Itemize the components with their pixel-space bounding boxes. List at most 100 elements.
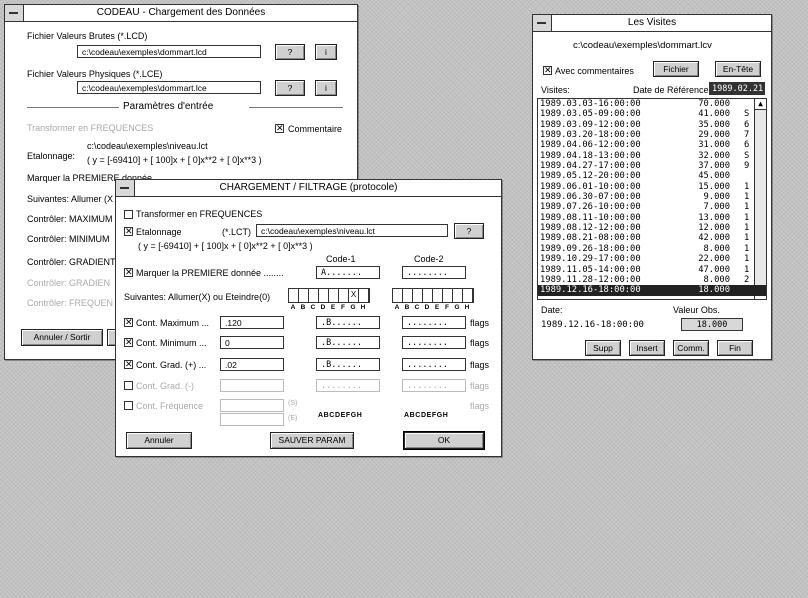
cont-code1-field[interactable]: .B...... xyxy=(316,316,380,329)
visite-row[interactable]: 1989.03.05-09:00:00 41.000 S xyxy=(538,109,766,119)
lct-browse-button[interactable]: ? xyxy=(454,223,484,239)
bit-cell[interactable] xyxy=(463,289,473,302)
visite-trail: 1 xyxy=(744,202,750,213)
comm-button[interactable]: Comm. xyxy=(673,340,709,356)
visite-row[interactable]: 1989.06.30-07:00:00 9.000 1 xyxy=(538,192,766,202)
cont-checkbox[interactable]: ✕ xyxy=(124,338,133,347)
cont-value-field[interactable]: .120 xyxy=(220,316,284,329)
cont-value-field[interactable]: .02 xyxy=(220,358,284,371)
visites-list[interactable]: ▲ ▼ 1989.03.03-16:00:0070.0001989.03.05-… xyxy=(537,98,767,300)
chargement-titlebar[interactable]: CHARGEMENT / FILTRAGE (protocole) xyxy=(116,180,501,197)
insert-button[interactable]: Insert xyxy=(629,340,665,356)
visite-row[interactable]: 1989.11.05-14:00:00 47.000 1 xyxy=(538,265,766,275)
bit-cell[interactable] xyxy=(319,289,329,302)
marquer-code2-field[interactable]: ........ xyxy=(402,266,466,279)
cont-code2-field[interactable]: ........ xyxy=(402,336,466,349)
visites-title: Les Visites xyxy=(627,17,677,28)
bit-cell[interactable] xyxy=(359,289,369,302)
visite-row[interactable]: 1989.03.09-12:00:00 35.000 6 xyxy=(538,120,766,130)
commentaire-checkbox[interactable]: ✕ xyxy=(275,124,284,133)
visite-row[interactable]: 1989.08.12-12:00:00 12.000 1 xyxy=(538,223,766,233)
visite-row[interactable]: 1989.12.16-18:00:00 18.000 xyxy=(538,285,766,296)
supp-button[interactable]: Supp xyxy=(585,340,621,356)
bit-cell[interactable] xyxy=(339,289,349,302)
code2-bit-letters: ABCDEFGH xyxy=(392,304,472,311)
transformer-checkbox[interactable] xyxy=(124,210,133,219)
bit-cell[interactable] xyxy=(309,289,319,302)
cont-code2-field[interactable]: ........ xyxy=(402,316,466,329)
brutes-field[interactable]: c:\codeau\exemples\dommart.lcd xyxy=(77,45,261,58)
cont-code2-field[interactable]: ........ xyxy=(402,379,466,392)
bit-cell[interactable] xyxy=(423,289,433,302)
visite-row[interactable]: 1989.10.29-17:00:00 22.000 1 xyxy=(538,254,766,264)
marquer-code1-field[interactable]: A....... xyxy=(316,266,380,279)
lct-field[interactable]: c:\codeau\exemples\niveau.lct xyxy=(256,224,448,237)
marquer-checkbox[interactable]: ✕ xyxy=(124,268,133,277)
fichier-button[interactable]: Fichier xyxy=(653,61,699,77)
dateref-field[interactable]: 1989.02.21 xyxy=(709,82,765,95)
valobs-field[interactable]: 18.000 xyxy=(681,318,743,331)
ok-button[interactable]: OK xyxy=(404,432,484,449)
cont-value-field[interactable] xyxy=(220,399,284,412)
visite-row[interactable]: 1989.03.03-16:00:00 70.000 xyxy=(538,99,766,109)
entete-button[interactable]: En-Tête xyxy=(715,61,761,77)
bit-cell[interactable] xyxy=(413,289,423,302)
cont-code2-field[interactable]: ........ xyxy=(402,358,466,371)
visite-row[interactable]: 1989.04.18-13:00:00 32.000 S xyxy=(538,151,766,161)
avec-commentaires-label: Avec commentaires xyxy=(555,66,634,76)
cont-checkbox[interactable]: ✕ xyxy=(124,360,133,369)
cont-value-field[interactable]: 0 xyxy=(220,336,284,349)
bit-cell[interactable] xyxy=(299,289,309,302)
codeau-titlebar[interactable]: CODEAU - Chargement des Données xyxy=(5,5,357,22)
cont-code1-field[interactable]: .B...... xyxy=(316,336,380,349)
avec-commentaires-checkbox[interactable]: ✕ xyxy=(543,66,552,75)
visite-value: 41.000 xyxy=(698,109,730,120)
unit-e-field[interactable] xyxy=(220,413,284,426)
cont-checkbox[interactable]: ✕ xyxy=(124,318,133,327)
bit-cell[interactable] xyxy=(329,289,339,302)
phys-browse-button[interactable]: ? xyxy=(275,80,305,96)
visite-row[interactable]: 1989.03.20-18:00:00 29.000 7 xyxy=(538,130,766,140)
fin-button[interactable]: Fin xyxy=(717,340,753,356)
brutes-browse-button[interactable]: ? xyxy=(275,44,305,60)
annuler-button[interactable]: Annuler xyxy=(126,432,192,449)
phys-info-button[interactable]: i xyxy=(315,80,337,96)
bit-cell[interactable] xyxy=(289,289,299,302)
visite-date: 1989.09.26-18:00:00 xyxy=(540,243,641,254)
bit-cell[interactable] xyxy=(433,289,443,302)
bit-cell[interactable] xyxy=(393,289,403,302)
cont-value-field[interactable] xyxy=(220,379,284,392)
visite-row[interactable]: 1989.11.28-12:00:00 8.000 2 xyxy=(538,275,766,285)
transformer-label: Transformer en FREQUENCES xyxy=(136,209,263,219)
visite-trail: S xyxy=(744,150,750,161)
visite-row[interactable]: 1989.09.26-18:00:00 8.000 1 xyxy=(538,244,766,254)
bit-cell[interactable] xyxy=(403,289,413,302)
sauver-param-button[interactable]: SAUVER PARAM xyxy=(270,432,354,449)
cont-code1-field[interactable]: .B...... xyxy=(316,358,380,371)
visite-row[interactable]: 1989.04.06-12:00:00 31.000 6 xyxy=(538,140,766,150)
etalonnage-checkbox[interactable]: ✕ xyxy=(124,227,133,236)
bit-letter: C xyxy=(310,304,316,311)
visite-row[interactable]: 1989.06.01-10:00:00 15.000 1 xyxy=(538,182,766,192)
brutes-info-button[interactable]: i xyxy=(315,44,337,60)
cont-checkbox[interactable] xyxy=(124,381,133,390)
bit-cell[interactable] xyxy=(443,289,453,302)
visite-row[interactable]: 1989.08.21-08:00:00 42.000 1 xyxy=(538,233,766,243)
suivantes-code2-bits[interactable] xyxy=(392,288,474,303)
cont-checkbox[interactable] xyxy=(124,401,133,410)
bit-letter: G xyxy=(350,304,356,311)
phys-field[interactable]: c:\codeau\exemples\dommart.lce xyxy=(77,81,261,94)
annuler-sortir-button[interactable]: Annuler / Sortir xyxy=(21,329,103,346)
ctrl-max-label: Contrôler: MAXIMUM xyxy=(27,214,113,224)
cont-code1-field[interactable]: ........ xyxy=(316,379,380,392)
bit-cell[interactable]: X xyxy=(349,289,359,302)
visite-row[interactable]: 1989.05.12-20:00:00 45.000 xyxy=(538,171,766,181)
bit-letter: B xyxy=(404,304,410,311)
bit-cell[interactable] xyxy=(453,289,463,302)
unit-s-label: (S) xyxy=(288,400,298,407)
visite-row[interactable]: 1989.07.26-10:00:00 7.000 1 xyxy=(538,202,766,212)
visites-titlebar[interactable]: Les Visites xyxy=(533,15,771,32)
visite-row[interactable]: 1989.08.11-10:00:00 13.000 1 xyxy=(538,213,766,223)
visite-row[interactable]: 1989.04.27-17:00:00 37.000 9 xyxy=(538,161,766,171)
suivantes-code1-bits[interactable]: X xyxy=(288,288,370,303)
